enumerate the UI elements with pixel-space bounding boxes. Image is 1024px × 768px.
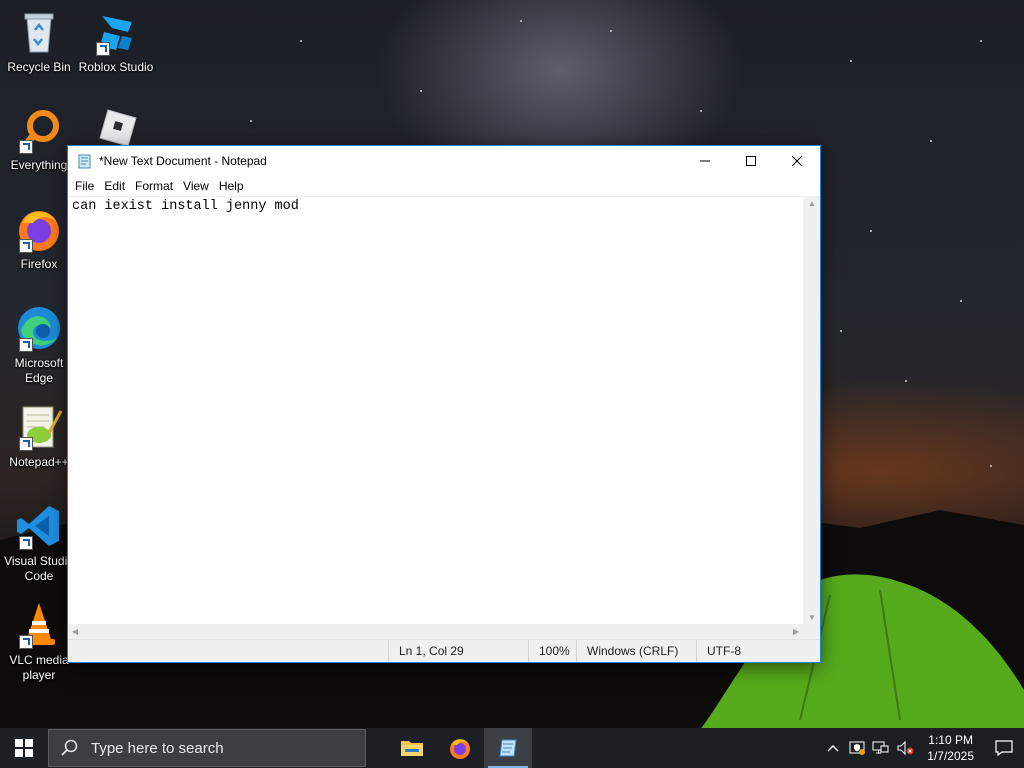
shortcut-arrow-icon [19,437,33,451]
notepad-app-icon [78,154,91,168]
security-icon [849,741,866,755]
clock-time: 1:10 PM [928,733,973,747]
file-explorer-icon [401,741,423,756]
menu-help[interactable]: Help [214,177,249,195]
text-editor[interactable]: can iexist install jenny mod [68,197,803,624]
taskbar-search-box[interactable]: Type here to search [48,729,366,767]
desktop-icon-label: Everything [10,158,68,172]
desktop-icon-label: Roblox Studio [78,60,154,74]
taskbar-firefox[interactable] [436,728,484,768]
maximize-button[interactable] [728,146,774,175]
desktop-icon-label: Recycle Bin [7,60,71,74]
shortcut-arrow-icon [19,239,33,253]
desktop-icon-label: Visual Studio Code [4,554,74,583]
close-icon [792,155,802,166]
clock-date: 1/7/2025 [927,749,974,763]
desktop-icon-recycle-bin[interactable]: Recycle Bin [1,8,77,75]
scroll-down-icon[interactable]: ▼ [808,613,816,622]
window-title: *New Text Document - Notepad [99,153,267,168]
notification-icon [995,740,1013,756]
vscode-icon [15,502,63,550]
recycle-bin-icon [15,8,63,56]
search-placeholder: Type here to search [91,739,224,757]
desktop-icon-notepadpp[interactable]: Notepad++ [1,403,77,470]
shortcut-arrow-icon [19,338,33,352]
menu-format[interactable]: Format [130,177,178,195]
vlc-icon [15,601,63,649]
action-center-button[interactable] [984,728,1024,768]
shortcut-arrow-icon [19,635,33,649]
scroll-left-icon[interactable]: ◀ [72,627,78,636]
desktop-icon-firefox[interactable]: Firefox [1,205,77,272]
desktop-icon-vlc[interactable]: VLC media player [1,601,77,683]
taskbar-notepad[interactable] [484,728,532,768]
network-icon [872,741,889,754]
desktop-icon-label: Notepad++ [9,455,69,469]
show-hidden-icons-button[interactable] [821,728,845,768]
desktop-icon-label: Firefox [20,257,58,271]
search-icon [61,739,79,757]
status-position: Ln 1, Col 29 [388,640,527,662]
notepadpp-icon [15,403,63,451]
desktop-icon-label: VLC media player [9,653,69,682]
everything-search-icon [15,106,63,154]
firefox-icon [15,205,63,253]
status-bar: Ln 1, Col 29 100% Windows (CRLF) UTF-8 [68,639,820,662]
desktop-icon-roblox-studio[interactable]: Roblox Studio [78,8,154,75]
editor-area: can iexist install jenny mod ▲ ▼ ◀ ▶ [68,196,820,641]
windows-logo-icon [15,739,33,757]
taskbar-clock[interactable]: 1:10 PM 1/7/2025 [917,732,984,764]
start-button[interactable] [0,728,48,768]
shortcut-arrow-icon [19,536,33,550]
desktop-icon-everything[interactable]: Everything [1,106,77,173]
chevron-up-icon [827,745,839,752]
roblox-studio-icon [92,8,140,56]
taskbar: Type here to search 1:10 PM 1/7/2025 [0,728,1024,768]
notepad-icon [499,739,517,757]
firefox-icon [450,739,470,759]
status-encoding: UTF-8 [696,640,817,662]
desktop-icon-vscode[interactable]: Visual Studio Code [1,502,77,584]
network-tray-button[interactable] [869,728,893,768]
taskbar-file-explorer[interactable] [388,728,436,768]
volume-muted-icon [897,740,914,756]
desktop-icon-microsoft-edge[interactable]: Microsoft Edge [1,304,77,386]
edge-icon [15,304,63,352]
desktop-icon-label: Microsoft Edge [14,356,64,385]
menu-file[interactable]: File [70,177,99,195]
system-tray: 1:10 PM 1/7/2025 [821,728,1024,768]
security-tray-button[interactable] [845,728,869,768]
status-line-ending: Windows (CRLF) [576,640,695,662]
vertical-scrollbar[interactable]: ▲ ▼ [803,197,820,624]
menu-view[interactable]: View [178,177,214,195]
shortcut-arrow-icon [19,140,33,154]
menu-edit[interactable]: Edit [99,177,130,195]
close-button[interactable] [774,146,820,175]
volume-tray-button[interactable] [893,728,917,768]
maximize-icon [746,155,756,166]
notepad-window[interactable]: *New Text Document - Notepad File Edit F… [67,145,821,663]
shortcut-arrow-icon [96,42,110,56]
minimize-button[interactable] [682,146,728,175]
title-bar[interactable]: *New Text Document - Notepad [68,146,820,175]
menu-bar: File Edit Format View Help [68,175,820,196]
minimize-icon [700,160,710,161]
scroll-right-icon[interactable]: ▶ [793,627,799,636]
scroll-up-icon[interactable]: ▲ [808,199,816,208]
